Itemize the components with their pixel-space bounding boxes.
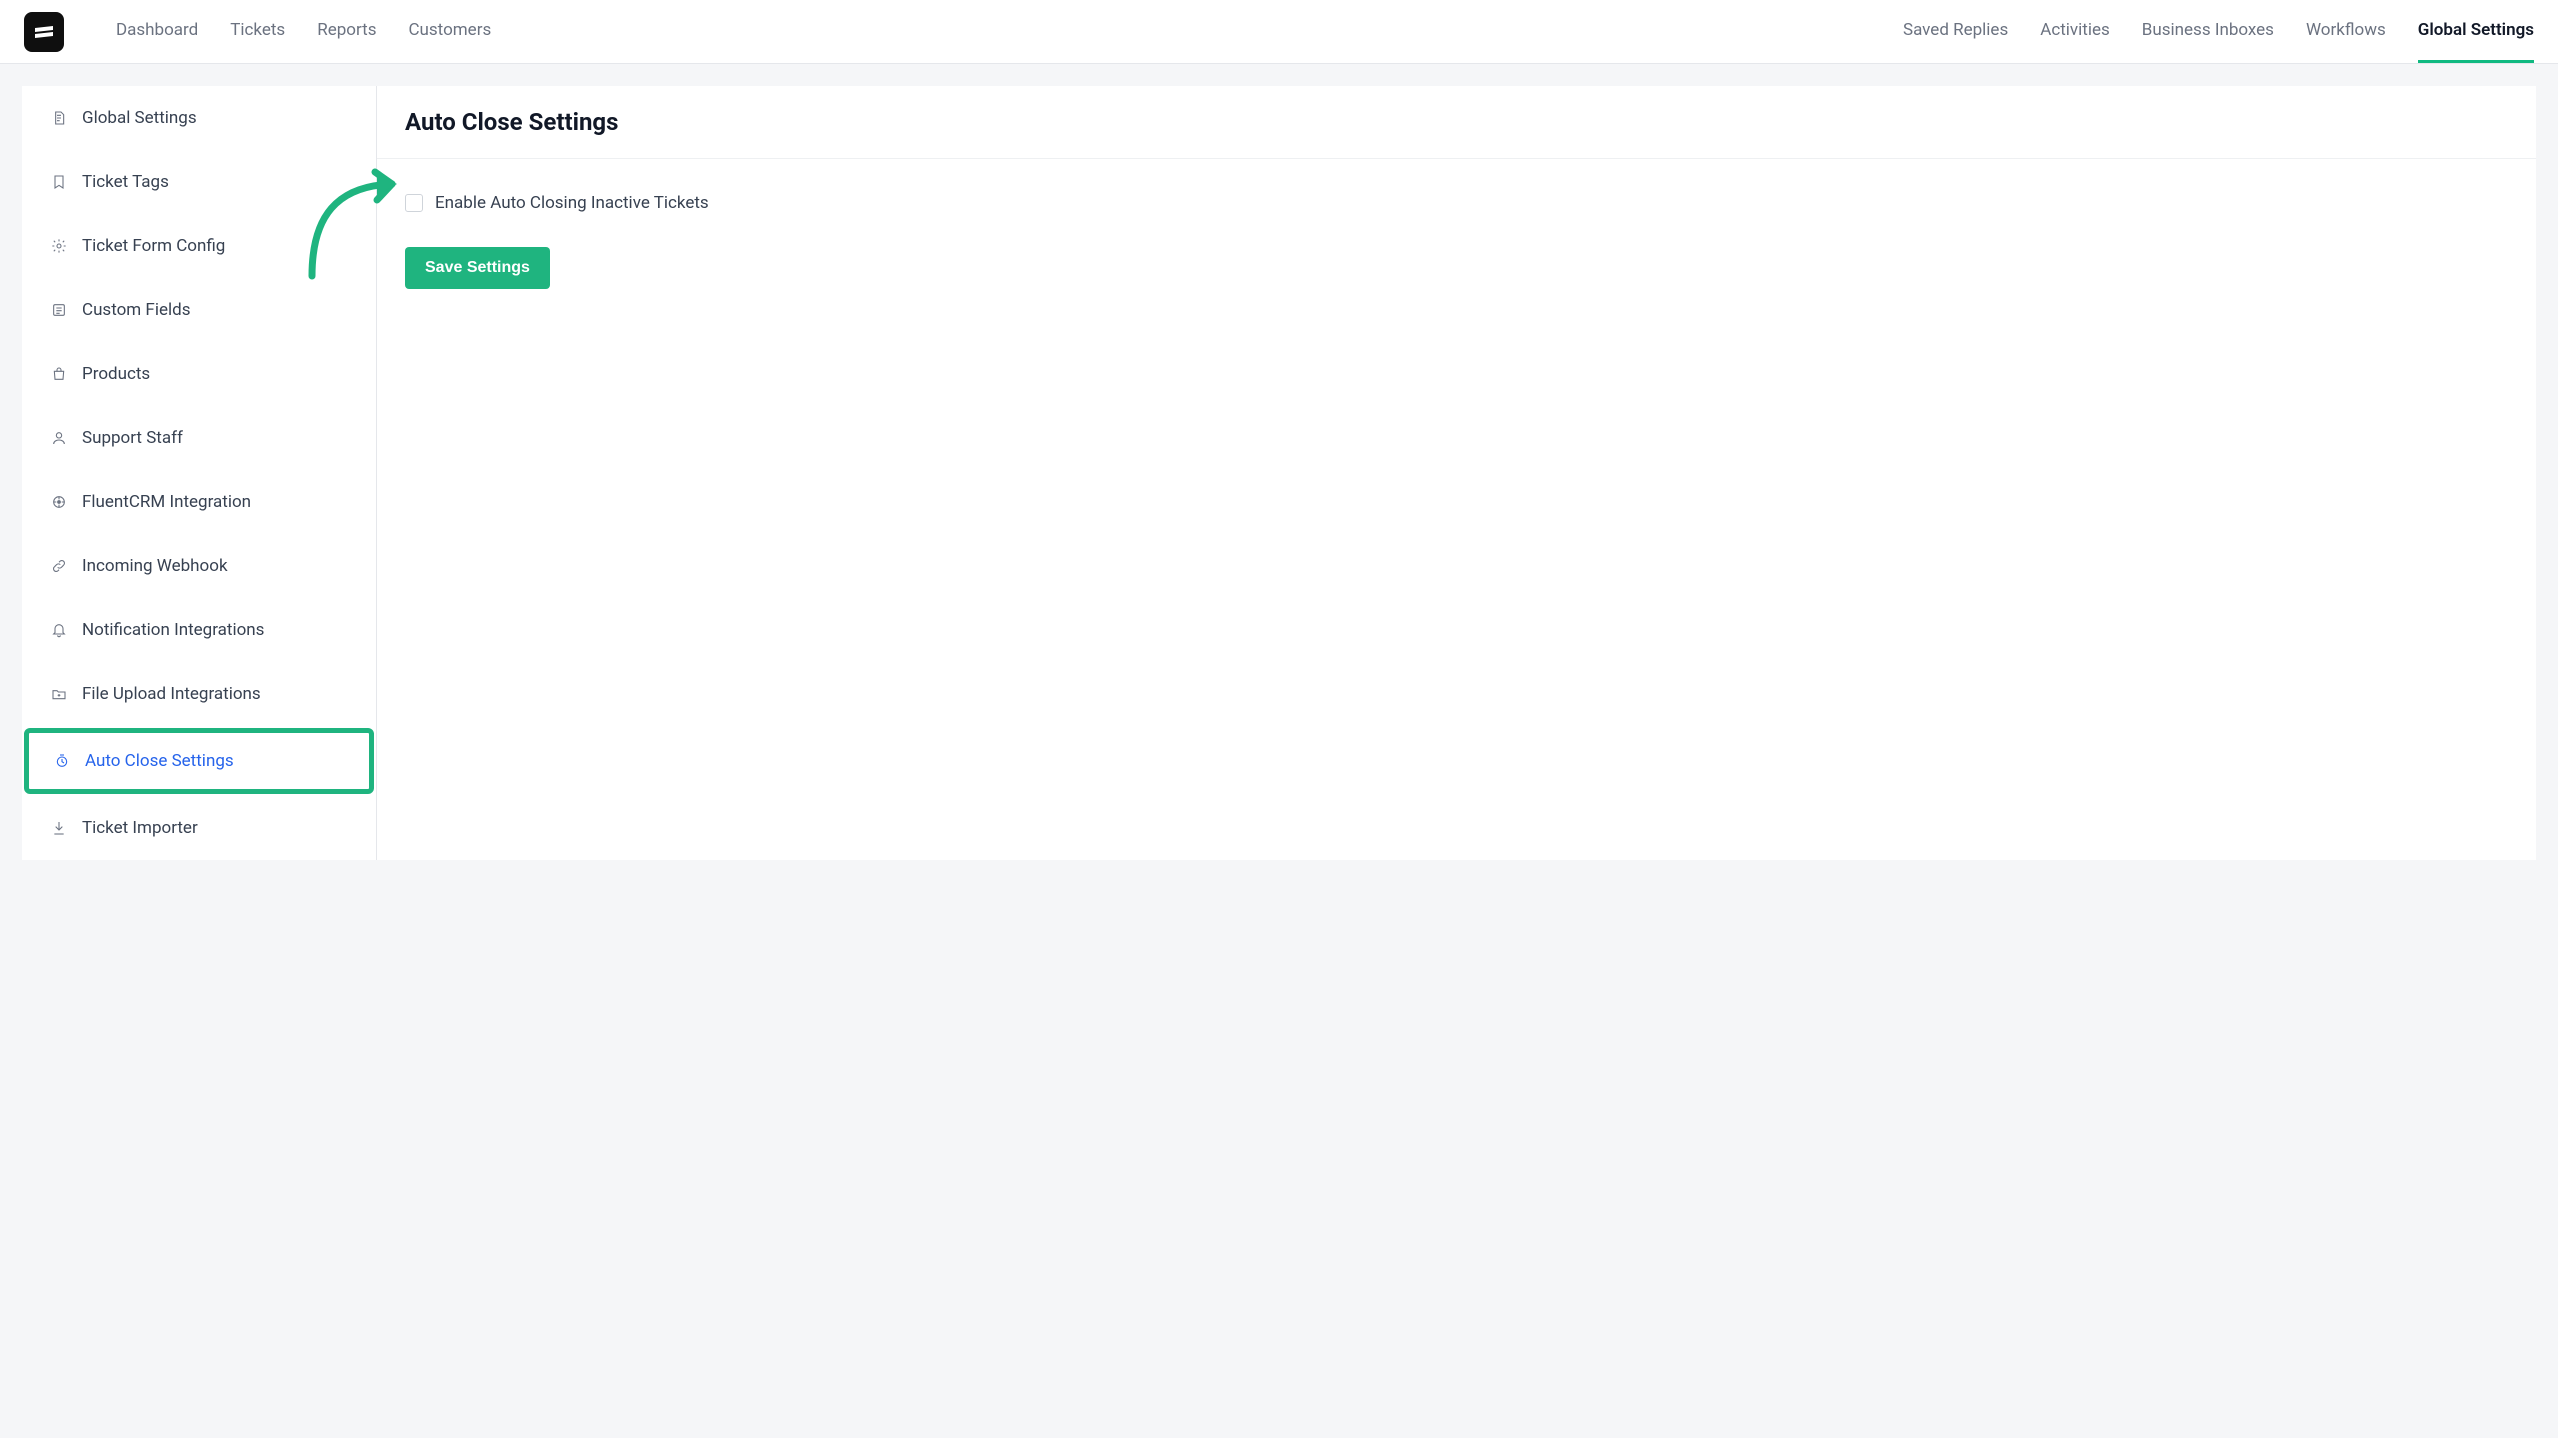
nav-reports[interactable]: Reports [317,0,376,63]
sidebar-item-label: Ticket Importer [82,818,198,838]
sidebar-item-label: Custom Fields [82,300,190,320]
nav-dashboard[interactable]: Dashboard [116,0,198,63]
list-icon [50,301,68,319]
enable-auto-close-checkbox[interactable] [405,194,423,212]
gear-icon [50,237,68,255]
top-nav: Dashboard Tickets Reports Customers Save… [0,0,2558,64]
sidebar-item-label: Support Staff [82,428,183,448]
sidebar-item-ticket-form-config[interactable]: Ticket Form Config [22,214,376,278]
logo-icon [32,20,56,44]
sidebar-item-notification-integrations[interactable]: Notification Integrations [22,598,376,662]
sidebar-item-label: Global Settings [82,108,197,128]
sidebar-item-label: Products [82,364,150,384]
sidebar-item-products[interactable]: Products [22,342,376,406]
nav-customers[interactable]: Customers [408,0,491,63]
save-settings-button[interactable]: Save Settings [405,247,550,289]
settings-sidebar: Global Settings Ticket Tags Ticket Form … [22,86,377,860]
sidebar-item-support-staff[interactable]: Support Staff [22,406,376,470]
sidebar-item-ticket-tags[interactable]: Ticket Tags [22,150,376,214]
main-header: Auto Close Settings [377,86,2536,159]
sidebar-item-label: Auto Close Settings [85,751,234,771]
bookmark-icon [50,173,68,191]
timer-icon [53,752,71,770]
sidebar-item-auto-close-settings[interactable]: Auto Close Settings [24,728,374,794]
sidebar-item-label: Ticket Tags [82,172,169,192]
nav-tickets[interactable]: Tickets [230,0,285,63]
bell-icon [50,621,68,639]
sidebar-item-fluentcrm-integration[interactable]: FluentCRM Integration [22,470,376,534]
enable-auto-close-label: Enable Auto Closing Inactive Tickets [435,193,709,213]
file-icon [50,109,68,127]
nav-saved-replies[interactable]: Saved Replies [1903,0,2008,63]
nav-workflows[interactable]: Workflows [2306,0,2386,63]
link-icon [50,557,68,575]
top-nav-left: Dashboard Tickets Reports Customers [24,0,491,63]
sidebar-item-custom-fields[interactable]: Custom Fields [22,278,376,342]
folder-plus-icon [50,685,68,703]
sidebar-item-ticket-importer[interactable]: Ticket Importer [22,796,376,860]
sidebar-item-file-upload-integrations[interactable]: File Upload Integrations [22,662,376,726]
sidebar-item-label: FluentCRM Integration [82,492,251,512]
nav-business-inboxes[interactable]: Business Inboxes [2142,0,2274,63]
sidebar-item-incoming-webhook[interactable]: Incoming Webhook [22,534,376,598]
enable-auto-close-row: Enable Auto Closing Inactive Tickets [405,193,2508,213]
app-logo[interactable] [24,12,64,52]
sidebar-item-label: Ticket Form Config [82,236,225,256]
top-nav-right: Saved Replies Activities Business Inboxe… [1903,0,2534,63]
integration-icon [50,493,68,511]
download-icon [50,819,68,837]
nav-global-settings[interactable]: Global Settings [2418,0,2534,63]
bag-icon [50,365,68,383]
page-title: Auto Close Settings [405,108,2508,136]
nav-activities[interactable]: Activities [2040,0,2110,63]
sidebar-item-global-settings[interactable]: Global Settings [22,86,376,150]
sidebar-item-label: Incoming Webhook [82,556,228,576]
sidebar-item-label: Notification Integrations [82,620,264,640]
sidebar-item-label: File Upload Integrations [82,684,261,704]
user-icon [50,429,68,447]
main-body: Enable Auto Closing Inactive Tickets Sav… [377,159,2536,323]
content-wrapper: Global Settings Ticket Tags Ticket Form … [22,86,2536,860]
main-panel: Auto Close Settings Enable Auto Closing … [377,86,2536,860]
